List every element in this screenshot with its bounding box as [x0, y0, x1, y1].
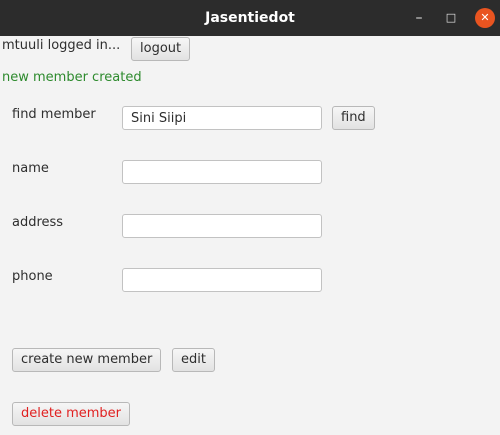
address-input[interactable]	[122, 214, 322, 238]
logout-button[interactable]: logout	[131, 37, 191, 61]
maximize-icon[interactable]: □	[441, 0, 461, 36]
phone-input[interactable]	[122, 268, 322, 292]
name-input[interactable]	[122, 160, 322, 184]
name-label: name	[12, 161, 49, 176]
find-button[interactable]: find	[332, 106, 375, 130]
edit-button[interactable]: edit	[172, 348, 215, 372]
delete-member-button[interactable]: delete member	[12, 402, 131, 426]
minimize-icon[interactable]: –	[408, 0, 430, 36]
phone-label: phone	[12, 269, 53, 284]
window-titlebar: Jasentiedot – □ ✕	[0, 0, 500, 36]
find-member-input[interactable]	[122, 106, 322, 130]
create-new-member-button[interactable]: create new member	[12, 348, 162, 372]
address-label: address	[12, 215, 64, 230]
status-message: new member created	[2, 70, 142, 85]
logged-in-text: mtuuli logged in...	[2, 38, 121, 53]
find-member-label: find member	[12, 107, 96, 122]
close-icon[interactable]: ✕	[475, 8, 495, 28]
